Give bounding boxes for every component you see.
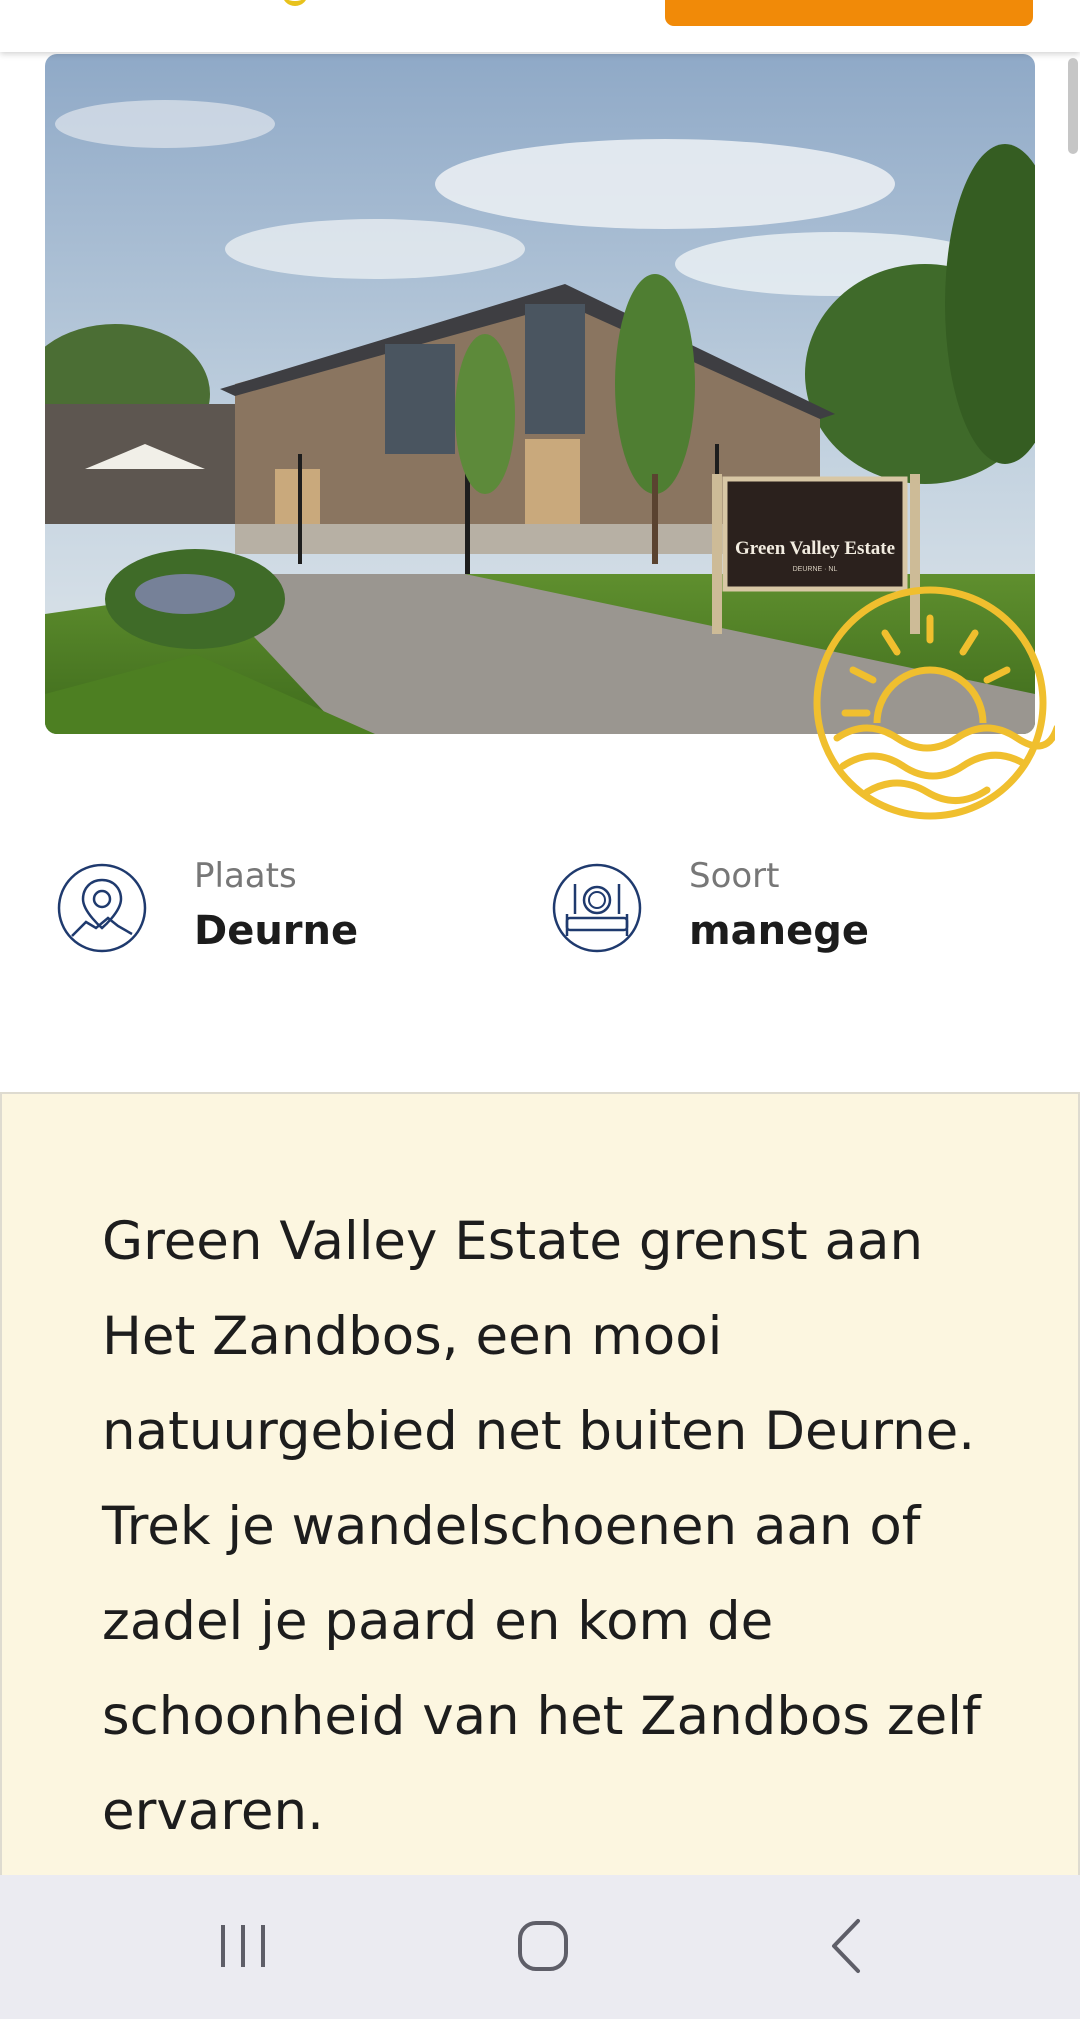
sun-logo-badge bbox=[805, 578, 1061, 828]
hero-sign-text: Green Valley Estate bbox=[735, 538, 895, 559]
description-panel: Green Valley Estate grenst aan Het Zandb… bbox=[0, 1092, 1080, 1892]
description-text: Green Valley Estate grenst aan Het Zandb… bbox=[102, 1211, 981, 1842]
info-value-soort: manege bbox=[689, 908, 870, 954]
site-logo[interactable] bbox=[282, 0, 308, 6]
system-navigation-bar bbox=[0, 1875, 1080, 2019]
scrollbar-thumb[interactable] bbox=[1068, 58, 1078, 154]
hero-sign-subtext: DEURNE · NL bbox=[793, 566, 838, 573]
recent-apps-button[interactable] bbox=[198, 1905, 288, 1989]
back-icon bbox=[832, 1919, 860, 1973]
sun-waves-icon bbox=[813, 586, 1061, 820]
recent-apps-icon bbox=[221, 1925, 265, 1967]
info-plaats: Plaats Deurne bbox=[56, 850, 456, 970]
info-label-plaats: Plaats bbox=[194, 856, 297, 896]
info-value-plaats: Deurne bbox=[194, 908, 359, 954]
home-button[interactable] bbox=[498, 1905, 588, 1989]
map-pin-icon bbox=[57, 863, 147, 953]
info-soort: Soort manege bbox=[551, 850, 1011, 970]
home-icon bbox=[518, 1921, 568, 1971]
site-header bbox=[0, 0, 1080, 52]
dining-bed-icon bbox=[552, 863, 642, 953]
property-info-row: Plaats Deurne Soort manege bbox=[0, 850, 1080, 970]
header-cta-button[interactable] bbox=[665, 0, 1033, 26]
info-label-soort: Soort bbox=[689, 856, 780, 896]
back-button[interactable] bbox=[800, 1905, 890, 1989]
